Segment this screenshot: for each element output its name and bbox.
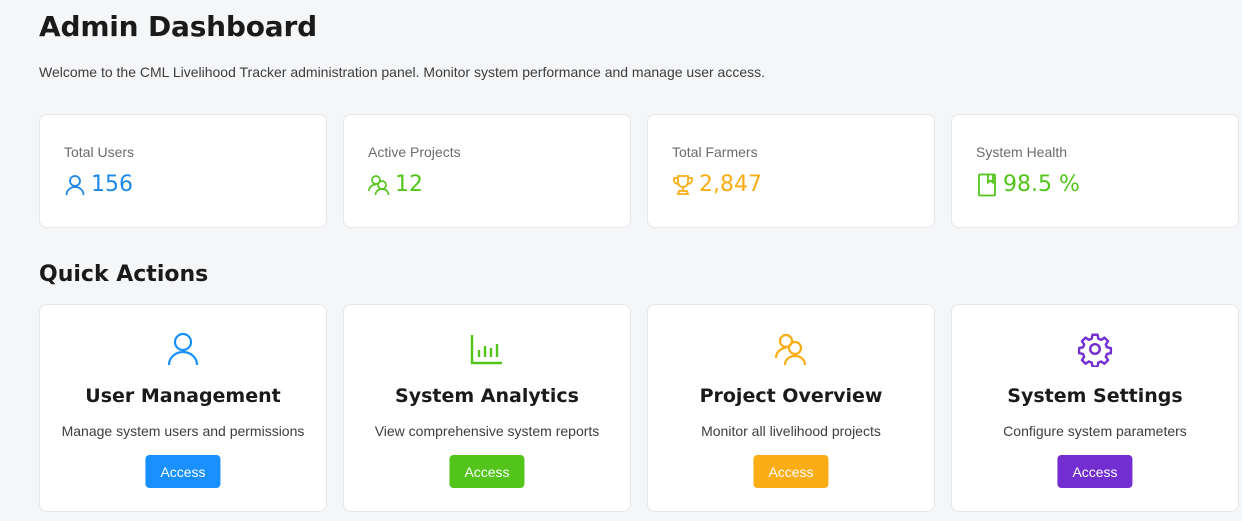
user-icon bbox=[40, 331, 326, 367]
stat-value: 156 bbox=[91, 172, 133, 197]
team-icon bbox=[648, 331, 934, 367]
stat-value: 2,847 bbox=[699, 172, 762, 197]
stat-value: 12 bbox=[395, 172, 423, 197]
access-button-system-analytics[interactable]: Access bbox=[449, 455, 525, 488]
action-title: Project Overview bbox=[699, 385, 883, 407]
stat-value: 98.5 % bbox=[1003, 172, 1080, 197]
trophy-icon bbox=[672, 173, 694, 197]
action-card-system-settings: System Settings Configure system paramet… bbox=[951, 304, 1239, 512]
access-button-project-overview[interactable]: Access bbox=[753, 455, 829, 488]
action-description: Monitor all livelihood projects bbox=[701, 423, 881, 439]
stat-card-system-health: System Health 98.5 % bbox=[951, 114, 1239, 228]
user-icon bbox=[64, 173, 86, 197]
stat-card-total-users: Total Users 156 bbox=[39, 114, 327, 228]
action-description: Configure system parameters bbox=[1003, 423, 1187, 439]
gear-icon bbox=[952, 331, 1238, 367]
stat-label: Active Projects bbox=[368, 144, 461, 160]
bar-chart-icon bbox=[344, 331, 630, 367]
stat-card-total-farmers: Total Farmers 2,847 bbox=[647, 114, 935, 228]
access-button-system-settings[interactable]: Access bbox=[1057, 455, 1133, 488]
stat-label: Total Farmers bbox=[672, 144, 758, 160]
page-title: Admin Dashboard bbox=[39, 10, 317, 43]
stat-label: Total Users bbox=[64, 144, 135, 160]
action-description: View comprehensive system reports bbox=[374, 423, 600, 439]
action-description: Manage system users and permissions bbox=[61, 423, 305, 439]
action-title: User Management bbox=[85, 385, 281, 407]
action-title: System Analytics bbox=[395, 385, 579, 407]
access-button-user-management[interactable]: Access bbox=[145, 455, 221, 488]
action-card-user-management: User Management Manage system users and … bbox=[39, 304, 327, 512]
book-icon bbox=[976, 173, 998, 197]
stat-card-active-projects: Active Projects 12 bbox=[343, 114, 631, 228]
action-card-system-analytics: System Analytics View comprehensive syst… bbox=[343, 304, 631, 512]
action-card-project-overview: Project Overview Monitor all livelihood … bbox=[647, 304, 935, 512]
team-icon bbox=[368, 173, 390, 197]
section-title-quick-actions: Quick Actions bbox=[39, 262, 209, 287]
stat-label: System Health bbox=[976, 144, 1068, 160]
action-title: System Settings bbox=[1007, 385, 1183, 407]
page-subtitle: Welcome to the CML Livelihood Tracker ad… bbox=[39, 64, 766, 80]
